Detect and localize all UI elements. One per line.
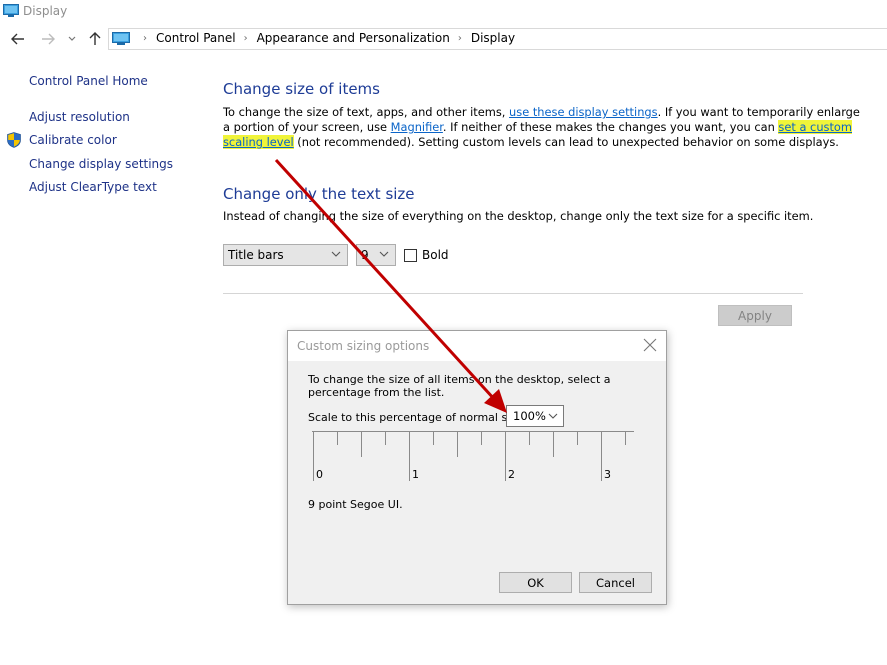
breadcrumb-separator-icon: › <box>143 32 147 44</box>
up-button[interactable] <box>85 29 105 49</box>
forward-arrow-icon <box>42 33 55 45</box>
apply-button[interactable]: Apply <box>718 305 792 326</box>
computer-icon <box>112 32 130 45</box>
section-heading-change-size: Change size of items <box>223 80 380 98</box>
window-titlebar: Display <box>0 0 887 24</box>
breadcrumb-separator-icon: › <box>243 32 248 44</box>
divider <box>223 293 803 294</box>
bold-label: Bold <box>422 248 449 262</box>
font-size-select[interactable]: 9 <box>356 244 396 266</box>
section-heading-text-size: Change only the text size <box>223 185 415 203</box>
scale-percentage-select[interactable]: 100% <box>506 405 564 427</box>
sidebar-item-calibrate-color[interactable]: Calibrate color <box>29 133 117 147</box>
item-select[interactable]: Title bars <box>223 244 348 266</box>
cancel-button[interactable]: Cancel <box>579 572 652 593</box>
address-bar[interactable]: › Control Panel › Appearance and Persona… <box>108 28 887 50</box>
window-title: Display <box>23 4 68 18</box>
back-button[interactable] <box>8 29 28 49</box>
custom-sizing-dialog: Custom sizing options To change the size… <box>287 330 667 605</box>
ruler-label: 1 <box>412 468 419 481</box>
dialog-instruction-line-2: percentage from the list. <box>308 386 445 399</box>
text: a portion of your screen, use <box>223 120 391 134</box>
display-settings-link[interactable]: use these display settings <box>509 105 658 119</box>
back-arrow-icon <box>11 33 24 45</box>
item-select-value: Title bars <box>228 248 284 262</box>
chevron-down-icon <box>68 36 76 41</box>
chevron-down-icon <box>331 251 341 257</box>
text: . If you want to temporarily enlarge <box>657 105 860 119</box>
magnifier-link[interactable]: Magnifier <box>391 120 443 134</box>
breadcrumb: › Control Panel › Appearance and Persona… <box>135 31 515 45</box>
scale-label: Scale to this percentage of normal size: <box>308 411 527 424</box>
forward-button[interactable] <box>38 29 58 49</box>
font-preview-text: 9 point Segoe UI. <box>308 498 403 511</box>
font-size-select-value: 9 <box>361 248 369 262</box>
ruler-label: 0 <box>316 468 323 481</box>
breadcrumb-control-panel[interactable]: Control Panel <box>156 31 236 45</box>
text: . If neither of these makes the changes … <box>442 120 779 134</box>
ok-button[interactable]: OK <box>499 572 572 593</box>
scale-percentage-value: 100% <box>513 409 546 423</box>
ruler-label: 3 <box>604 468 611 481</box>
bold-checkbox[interactable]: Bold <box>404 248 449 262</box>
section-description-line-2: a portion of your screen, use Magnifier.… <box>223 120 852 135</box>
section-description-line-3: scaling level (not recommended). Setting… <box>223 135 839 150</box>
recent-locations-button[interactable] <box>62 29 82 49</box>
uac-shield-icon <box>7 132 21 148</box>
sidebar-item-change-display-settings[interactable]: Change display settings <box>29 157 173 171</box>
sidebar-item-adjust-resolution[interactable]: Adjust resolution <box>29 110 130 124</box>
up-arrow-icon <box>89 32 101 45</box>
breadcrumb-separator-icon: › <box>457 32 462 44</box>
sidebar-item-adjust-cleartype[interactable]: Adjust ClearType text <box>29 180 157 194</box>
close-icon[interactable] <box>642 337 658 353</box>
text: (not recommended). Setting custom levels… <box>293 135 839 149</box>
custom-scaling-link-continued[interactable]: scaling level <box>223 135 294 149</box>
chevron-down-icon <box>548 413 558 419</box>
dialog-instruction-line-1: To change the size of all items on the d… <box>308 373 611 386</box>
section-description-line-1: To change the size of text, apps, and ot… <box>223 105 860 120</box>
text-size-description: Instead of changing the size of everythi… <box>223 209 814 223</box>
sidebar-control-panel-home[interactable]: Control Panel Home <box>29 74 148 88</box>
ruler-label: 2 <box>508 468 515 481</box>
scale-ruler[interactable]: 0 1 2 3 <box>312 431 634 483</box>
navigation-bar: › Control Panel › Appearance and Persona… <box>0 27 887 52</box>
checkbox-box[interactable] <box>404 248 417 262</box>
breadcrumb-appearance[interactable]: Appearance and Personalization <box>257 31 450 45</box>
dialog-title: Custom sizing options <box>297 339 430 353</box>
chevron-down-icon <box>379 251 389 257</box>
dialog-titlebar: Custom sizing options <box>288 331 666 361</box>
text: To change the size of text, apps, and ot… <box>223 105 510 119</box>
monitor-icon <box>3 4 19 17</box>
breadcrumb-display[interactable]: Display <box>471 31 515 45</box>
custom-scaling-link[interactable]: set a custom <box>778 120 852 134</box>
